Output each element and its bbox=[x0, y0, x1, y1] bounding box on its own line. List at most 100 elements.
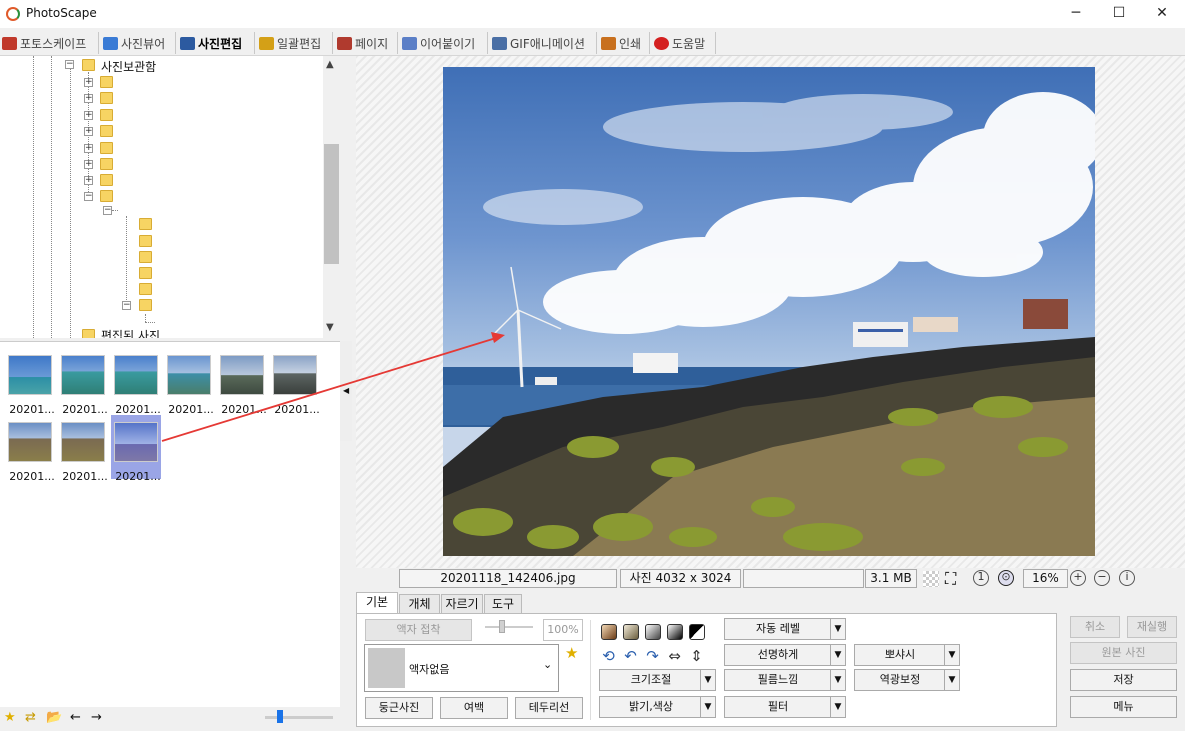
tab-page[interactable]: 페이지 bbox=[335, 32, 398, 54]
tab-crop[interactable]: 자르기 bbox=[441, 594, 483, 614]
rotate-left-icon[interactable]: ↶ bbox=[622, 648, 639, 665]
backlight-dropdown-icon[interactable]: ▼ bbox=[944, 669, 960, 691]
folder-icon[interactable] bbox=[100, 174, 113, 186]
folder-icon[interactable] bbox=[100, 142, 113, 154]
filter-dropdown-icon[interactable]: ▼ bbox=[830, 696, 846, 718]
minimize-button[interactable]: ─ bbox=[1053, 0, 1099, 28]
thumbnail-size-slider[interactable] bbox=[265, 716, 333, 719]
collapse-icon[interactable]: − bbox=[122, 301, 131, 310]
thumbnail[interactable]: 20201... bbox=[217, 348, 267, 416]
folder-icon[interactable] bbox=[139, 299, 152, 311]
tab-help[interactable]: 도움말 bbox=[652, 32, 716, 54]
thumbnail[interactable]: 20201... bbox=[164, 348, 214, 416]
folder-icon[interactable] bbox=[139, 267, 152, 279]
folder-tree[interactable]: − 사진보관함 + + + + + + + − − − 편집된 사진 bbox=[0, 56, 340, 338]
folder-icon[interactable] bbox=[100, 109, 113, 121]
scroll-down-icon[interactable]: ▼ bbox=[326, 322, 334, 333]
frame-percent-field[interactable]: 100% bbox=[543, 619, 583, 641]
thumbnail[interactable]: 20201... bbox=[5, 415, 55, 483]
tree-scrollbar[interactable]: ▲ ▼ bbox=[323, 56, 340, 338]
folder-icon[interactable] bbox=[139, 235, 152, 247]
bloom-button[interactable]: 뽀샤시 bbox=[854, 644, 946, 666]
tab-photoscape[interactable]: 포토스케이프 bbox=[0, 32, 99, 54]
close-button[interactable]: ✕ bbox=[1139, 0, 1185, 28]
scrollbar-thumb[interactable] bbox=[324, 144, 339, 264]
negative-icon[interactable] bbox=[689, 624, 705, 640]
tab-object[interactable]: 개체 bbox=[399, 594, 440, 614]
folder-icon[interactable] bbox=[139, 283, 152, 295]
folder-icon[interactable] bbox=[100, 92, 113, 104]
margin-button[interactable]: 여백 bbox=[440, 697, 508, 719]
original-photo-button[interactable]: 원본 사진 bbox=[1070, 642, 1177, 664]
auto-level-button[interactable]: 자동 레벨 bbox=[724, 618, 832, 640]
photo-preview[interactable] bbox=[443, 67, 1095, 556]
expand-icon[interactable]: + bbox=[84, 176, 93, 185]
rotate-flip-icon[interactable]: ⟲ bbox=[600, 648, 617, 665]
folder-icon[interactable] bbox=[139, 218, 152, 230]
expand-icon[interactable]: + bbox=[84, 144, 93, 153]
maximize-button[interactable]: ☐ bbox=[1096, 0, 1142, 28]
zoom-fit-icon[interactable]: ⊙ bbox=[998, 570, 1014, 586]
folder-icon[interactable] bbox=[100, 76, 113, 88]
tab-tools[interactable]: 도구 bbox=[484, 594, 522, 614]
resize-button[interactable]: 크기조절 bbox=[599, 669, 703, 691]
backlight-button[interactable]: 역광보정 bbox=[854, 669, 946, 691]
folder-icon[interactable] bbox=[82, 329, 95, 338]
collapse-icon[interactable]: − bbox=[84, 192, 93, 201]
frame-slider[interactable] bbox=[485, 626, 533, 628]
frame-select[interactable]: 액자없음 ⌄ bbox=[364, 644, 559, 692]
tab-basic[interactable]: 기본 bbox=[356, 592, 398, 614]
folder-open-icon[interactable]: 📂 bbox=[46, 710, 62, 725]
zoom-in-icon[interactable]: + bbox=[1070, 570, 1086, 586]
blackwhite-icon[interactable] bbox=[667, 624, 683, 640]
collapse-icon[interactable]: − bbox=[103, 206, 112, 215]
rotate-right-icon[interactable]: ↷ bbox=[644, 648, 661, 665]
slider-handle[interactable] bbox=[277, 710, 283, 723]
folder-icon[interactable] bbox=[139, 251, 152, 263]
folder-icon[interactable] bbox=[100, 125, 113, 137]
thumbnail[interactable]: 20201... bbox=[58, 348, 108, 416]
resize-dropdown-icon[interactable]: ▼ bbox=[700, 669, 716, 691]
auto-level-dropdown-icon[interactable]: ▼ bbox=[830, 618, 846, 640]
thumbnail-scrollbar[interactable]: ◀ bbox=[340, 341, 352, 441]
undo-button[interactable]: 취소 bbox=[1070, 616, 1120, 638]
sharpen-button[interactable]: 선명하게 bbox=[724, 644, 832, 666]
film-dropdown-icon[interactable]: ▼ bbox=[830, 669, 846, 691]
tab-batch[interactable]: 일괄편집 bbox=[257, 32, 333, 54]
frame-slider-handle[interactable] bbox=[499, 620, 505, 633]
forward-arrow-icon[interactable]: → bbox=[91, 710, 102, 725]
brightness-dropdown-icon[interactable]: ▼ bbox=[700, 696, 716, 718]
star-icon[interactable]: ★ bbox=[4, 710, 16, 725]
border-button[interactable]: 테두리선 bbox=[515, 697, 583, 719]
save-button[interactable]: 저장 bbox=[1070, 669, 1177, 691]
expand-icon[interactable]: + bbox=[84, 127, 93, 136]
grayscale-icon[interactable] bbox=[645, 624, 661, 640]
sharpen-dropdown-icon[interactable]: ▼ bbox=[830, 644, 846, 666]
scroll-up-icon[interactable]: ▲ bbox=[326, 59, 334, 70]
tab-print[interactable]: 인쇄 bbox=[599, 32, 650, 54]
zoom-out-icon[interactable]: − bbox=[1094, 570, 1110, 586]
frame-apply-button[interactable]: 액자 접착 bbox=[365, 619, 472, 641]
tab-combine[interactable]: 이어붙이기 bbox=[400, 32, 488, 54]
fit-screen-icon[interactable]: ⛶ bbox=[945, 569, 956, 589]
thumbnail[interactable]: 20201... bbox=[270, 348, 320, 416]
expand-icon[interactable]: + bbox=[84, 94, 93, 103]
tab-gif[interactable]: GIF애니메이션 bbox=[490, 32, 597, 54]
filter-button[interactable]: 필터 bbox=[724, 696, 832, 718]
transparency-icon[interactable] bbox=[923, 571, 939, 587]
thumbnail[interactable]: 20201... bbox=[58, 415, 108, 483]
tree-item-label[interactable]: 편집된 사진 bbox=[101, 327, 160, 338]
star-swap-icon[interactable]: ⇄ bbox=[25, 710, 36, 725]
back-arrow-icon[interactable]: ← bbox=[70, 710, 81, 725]
folder-icon[interactable] bbox=[100, 190, 113, 202]
zoom-actual-icon[interactable]: 1 bbox=[973, 570, 989, 586]
film-button[interactable]: 필름느낌 bbox=[724, 669, 832, 691]
expand-icon[interactable]: + bbox=[84, 160, 93, 169]
collapse-icon[interactable]: − bbox=[65, 60, 74, 69]
thumbnail[interactable]: 20201... bbox=[5, 348, 55, 416]
expand-icon[interactable]: + bbox=[84, 78, 93, 87]
flip-horizontal-icon[interactable]: ⇔ bbox=[666, 648, 683, 665]
favorite-star-icon[interactable]: ★ bbox=[565, 644, 578, 662]
sepia-icon[interactable] bbox=[601, 624, 617, 640]
round-photo-button[interactable]: 둥근사진 bbox=[365, 697, 433, 719]
